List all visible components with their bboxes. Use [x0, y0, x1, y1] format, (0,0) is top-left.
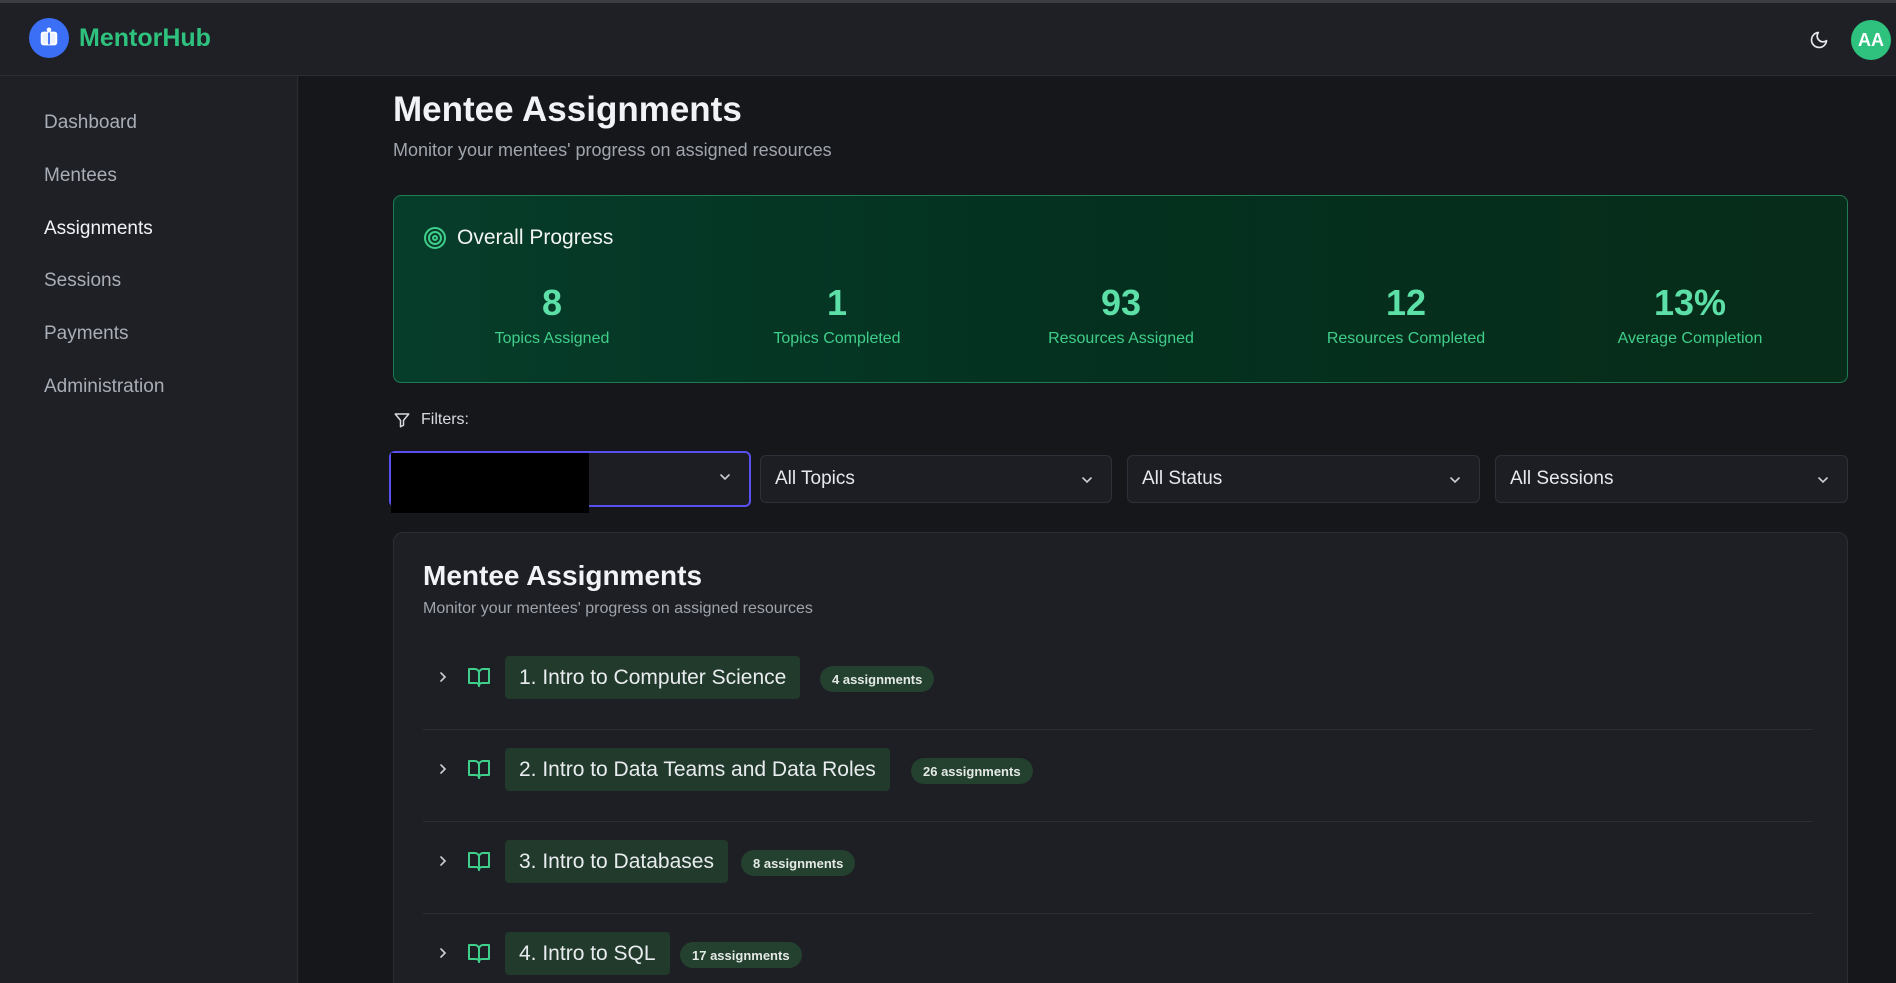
topic-name[interactable]: 4. Intro to SQL [505, 932, 670, 975]
stat-average-completion: 13% Average Completion [1560, 282, 1820, 348]
status-select[interactable]: All Status [1127, 455, 1480, 503]
topic-row[interactable]: 3. Intro to Databases 8 assignments [423, 822, 1813, 914]
brand[interactable]: MentorHub [29, 18, 211, 58]
target-icon [424, 227, 446, 249]
sidebar-item-mentees[interactable]: Mentees [44, 165, 117, 187]
filters-text: Filters: [421, 411, 469, 428]
filter-icon [394, 413, 410, 428]
filters-label: Filters: [393, 411, 469, 429]
topic-name[interactable]: 1. Intro to Computer Science [505, 656, 801, 699]
book-open-icon [468, 852, 490, 871]
sidebar-item-administration[interactable]: Administration [44, 376, 164, 398]
overall-progress-card: Overall Progress 8 Topics Assigned 1 Top… [393, 195, 1848, 383]
assignments-card-subtitle: Monitor your mentees' progress on assign… [423, 600, 813, 617]
topic-row[interactable]: 1. Intro to Computer Science 4 assignmen… [423, 638, 1813, 730]
assignment-count-badge: 17 assignments [680, 942, 802, 968]
stat-value: 8 [541, 282, 563, 323]
sidebar-item-assignments[interactable]: Assignments [44, 218, 153, 240]
chevron-down-icon [720, 474, 730, 481]
sidebar-item-sessions[interactable]: Sessions [44, 270, 121, 292]
stat-value: 12 [1385, 282, 1427, 323]
top-bar: MentorHub AA [0, 0, 1896, 76]
assignment-count-badge: 8 assignments [741, 850, 856, 876]
book-logo-icon [29, 18, 69, 58]
sidebar-item-payments[interactable]: Payments [44, 323, 128, 345]
page-subtitle: Monitor your mentees' progress on assign… [393, 140, 832, 160]
sessions-select[interactable]: All Sessions [1495, 455, 1848, 503]
sessions-select-value: All Sessions [1510, 468, 1614, 489]
stat-label: Average Completion [1617, 330, 1763, 347]
stat-label: Topics Assigned [494, 330, 610, 347]
moon-icon [1810, 31, 1828, 49]
stat-topics-completed: 1 Topics Completed [707, 282, 967, 348]
status-select-value: All Status [1142, 468, 1223, 489]
stat-label: Resources Completed [1326, 330, 1486, 347]
stat-value: 1 [826, 282, 848, 323]
chevron-down-icon [1450, 477, 1460, 484]
stat-value: 93 [1100, 282, 1142, 323]
assignment-count-badge: 26 assignments [911, 758, 1033, 784]
topic-row[interactable]: 4. Intro to SQL 17 assignments [423, 914, 1813, 983]
topic-name[interactable]: 3. Intro to Databases [505, 840, 728, 883]
main-content: Mentee Assignments Monitor your mentees'… [299, 77, 1896, 983]
theme-toggle-button[interactable] [1806, 27, 1832, 53]
assignments-card: Mentee Assignments Monitor your mentees'… [393, 532, 1848, 983]
chevron-right-icon[interactable] [435, 761, 451, 777]
chevron-down-icon [1818, 477, 1828, 484]
stat-label: Resources Assigned [1048, 330, 1194, 347]
book-open-icon [468, 944, 490, 963]
chevron-down-icon [1082, 477, 1092, 484]
sidebar-item-dashboard[interactable]: Dashboard [44, 112, 137, 134]
stat-resources-assigned: 93 Resources Assigned [991, 282, 1251, 348]
mentee-select[interactable] [389, 451, 751, 513]
overall-progress-title: Overall Progress [423, 226, 613, 250]
topics-select-value: All Topics [775, 468, 855, 489]
stat-resources-completed: 12 Resources Completed [1276, 282, 1536, 348]
topics-select[interactable]: All Topics [760, 455, 1112, 503]
redacted-block [391, 453, 589, 513]
chevron-right-icon[interactable] [435, 945, 451, 961]
stat-topics-assigned: 8 Topics Assigned [422, 282, 682, 348]
brand-name: MentorHub [79, 23, 211, 52]
topic-row[interactable]: 2. Intro to Data Teams and Data Roles 26… [423, 730, 1813, 822]
book-open-icon [468, 668, 490, 687]
stat-label: Topics Completed [773, 330, 901, 347]
stat-value: 13% [1653, 282, 1727, 323]
overall-progress-label: Overall Progress [457, 226, 614, 249]
page-title: Mentee Assignments [393, 90, 742, 129]
avatar[interactable]: AA [1851, 20, 1891, 60]
sidebar: Dashboard Mentees Assignments Sessions P… [0, 76, 298, 983]
book-open-icon [468, 760, 490, 779]
assignment-count-badge: 4 assignments [820, 666, 935, 692]
assignments-card-title: Mentee Assignments [423, 560, 703, 591]
chevron-right-icon[interactable] [435, 853, 451, 869]
chevron-right-icon[interactable] [435, 669, 451, 685]
topic-name[interactable]: 2. Intro to Data Teams and Data Roles [505, 748, 890, 791]
